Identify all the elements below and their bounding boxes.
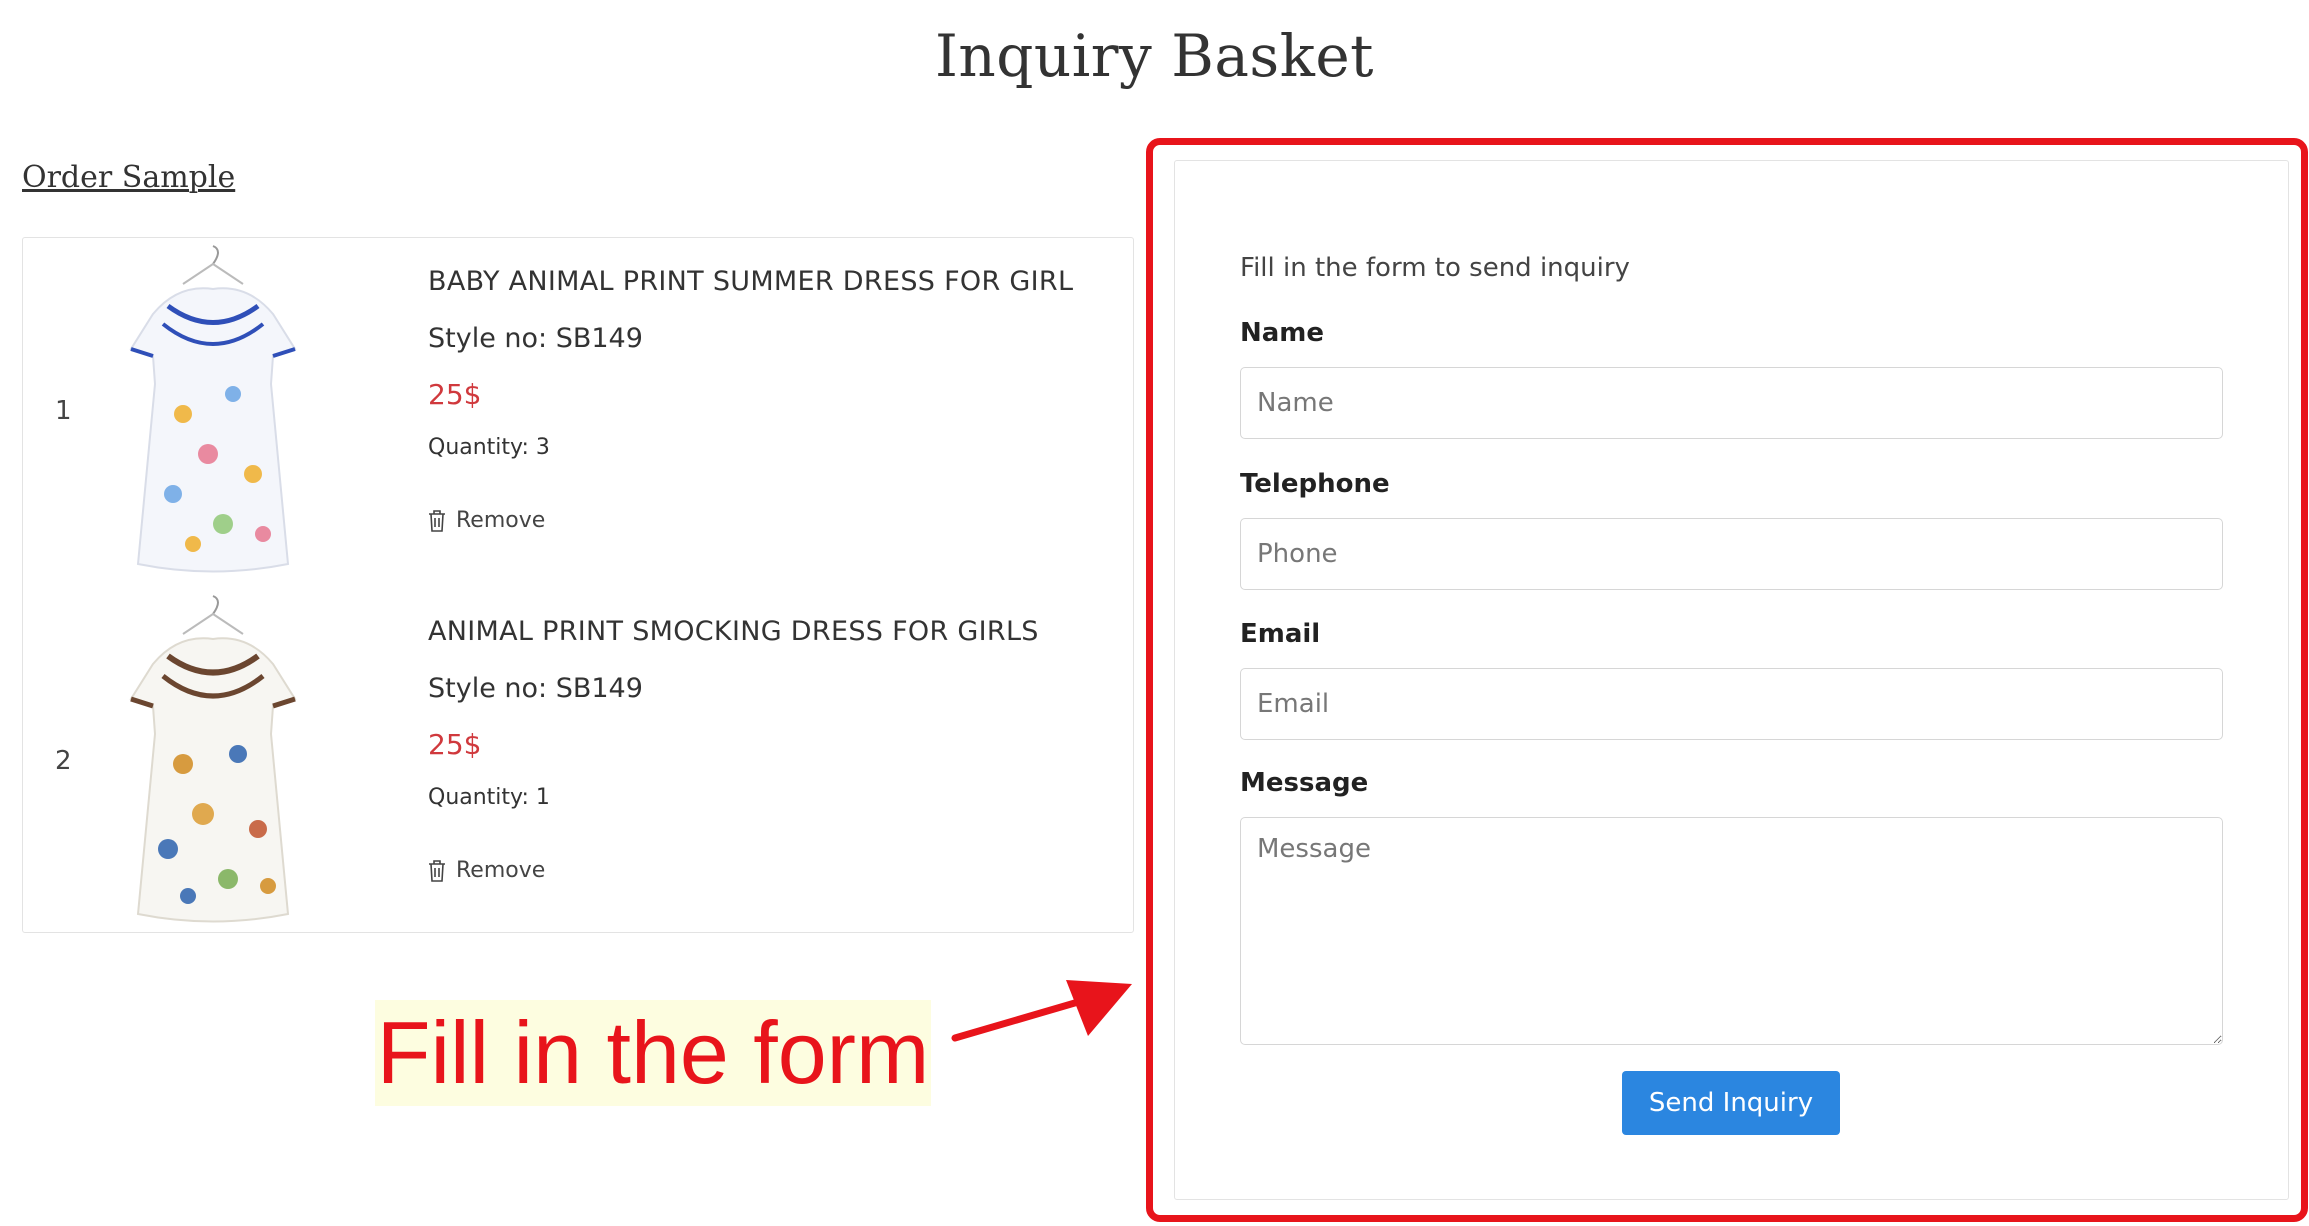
product-name[interactable]: BABY ANIMAL PRINT SUMMER DRESS FOR GIRL — [428, 266, 1073, 297]
remove-button[interactable]: Remove — [428, 858, 545, 883]
basket-item: 1 BABY ANIMAL PRINT SUMMER DRESS FOR GIR… — [23, 238, 1133, 588]
item-index: 1 — [55, 396, 72, 426]
trash-icon — [429, 859, 445, 882]
product-quantity: Quantity: 1 — [428, 785, 550, 810]
product-name[interactable]: ANIMAL PRINT SMOCKING DRESS FOR GIRLS — [428, 616, 1039, 647]
product-quantity: Quantity: 3 — [428, 435, 550, 460]
product-image-dress-1[interactable] — [123, 244, 303, 574]
item-info: BABY ANIMAL PRINT SUMMER DRESS FOR GIRL … — [428, 266, 1073, 460]
order-sample-link[interactable]: Order Sample — [22, 160, 235, 195]
item-info: ANIMAL PRINT SMOCKING DRESS FOR GIRLS St… — [428, 616, 1039, 810]
product-image-dress-2[interactable] — [123, 594, 303, 924]
annotation-label: Fill in the form — [375, 1000, 931, 1106]
annotation-highlight-box — [1146, 138, 2308, 1222]
product-price: 25$ — [428, 378, 482, 411]
annotation-arrow-icon — [951, 980, 1132, 1042]
basket-item: 2 ANIMAL PRINT SMOCKING DRESS FOR GIRLS … — [23, 588, 1133, 938]
product-style-no: Style no: SB149 — [428, 323, 643, 354]
basket-items-card: 1 BABY ANIMAL PRINT SUMMER DRESS FOR GIR… — [22, 237, 1134, 933]
product-price: 25$ — [428, 728, 482, 761]
trash-icon — [429, 509, 445, 532]
page-title: Inquiry Basket — [935, 22, 1374, 90]
remove-label: Remove — [456, 508, 546, 533]
remove-button[interactable]: Remove — [428, 508, 545, 533]
remove-label: Remove — [456, 858, 546, 883]
item-index: 2 — [55, 746, 72, 776]
product-style-no: Style no: SB149 — [428, 673, 643, 704]
